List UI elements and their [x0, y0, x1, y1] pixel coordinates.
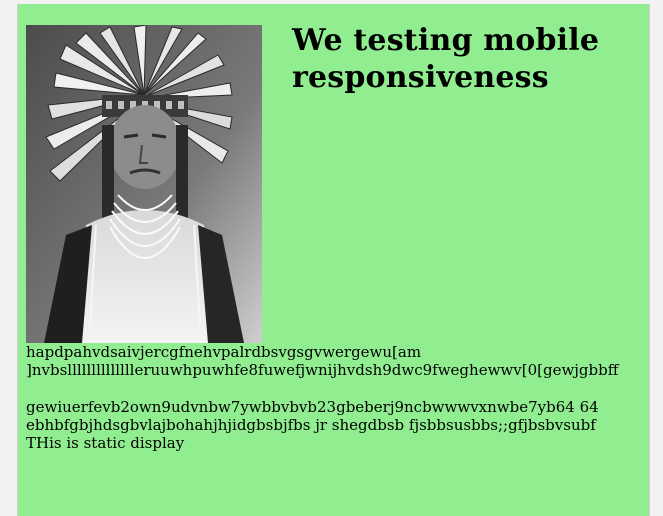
paragraph-2-line-3: THis is static display — [26, 434, 185, 452]
portrait-image — [26, 25, 262, 343]
heading-line-1: We testing mobile — [292, 23, 600, 58]
paragraph-2: gewiuerfevb2own9udvnbw7ywbbvbvb23gbeberj… — [26, 398, 648, 452]
paragraph-2-line-1: gewiuerfevb2own9udvnbw7ywbbvbvb23gbeberj… — [26, 398, 599, 416]
paragraph-1-line-1: hapdpahvdsaivjercgfnehvpalrdbsvgsgvwerge… — [26, 343, 422, 361]
page-heading: We testing mobile responsiveness — [292, 22, 599, 96]
paragraph-1: hapdpahvdsaivjercgfnehvpalrdbsvgsgvwerge… — [26, 343, 649, 379]
paragraph-2-line-2: ebhbfgbjhdsgbvlajbohahjhjidgbsbjfbs jr s… — [26, 416, 596, 434]
content-panel: We testing mobile responsiveness hapdpah… — [17, 4, 650, 516]
portrait-photo-graphic — [26, 25, 262, 343]
heading-line-2: responsiveness — [292, 60, 549, 95]
paragraph-1-line-2: ]nvbslllllllllllllleruuwhpuwhfe8fuwefjwn… — [26, 361, 619, 379]
